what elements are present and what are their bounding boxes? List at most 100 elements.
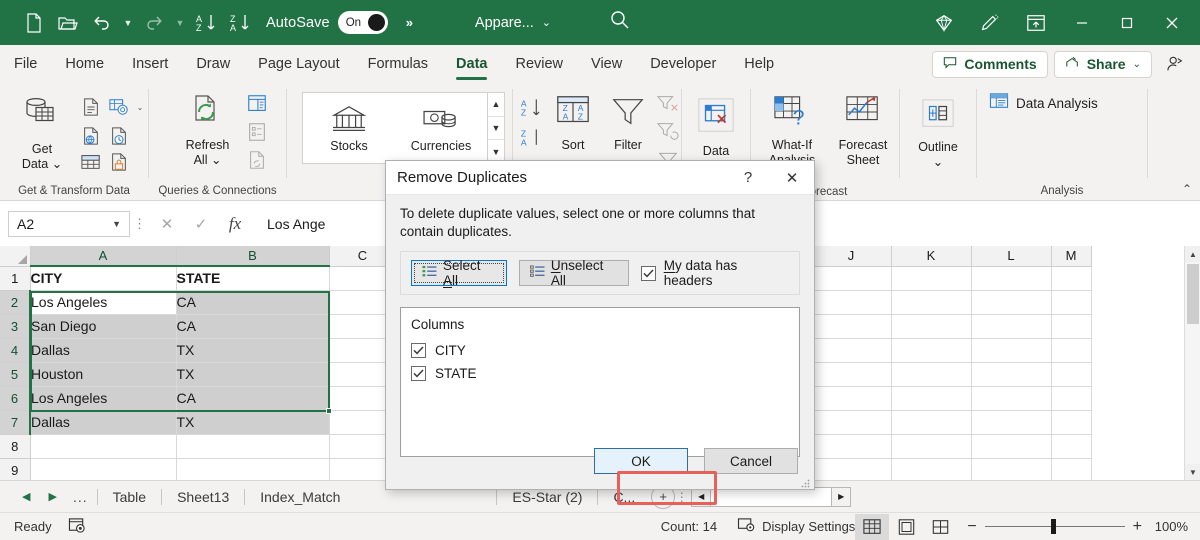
sheet-tab-table[interactable]: Table <box>107 489 152 505</box>
row-header-8[interactable]: 8 <box>0 434 31 459</box>
sort-a-to-z-icon[interactable]: AZ <box>520 96 544 120</box>
cell-a2[interactable]: Los Angeles <box>30 290 177 315</box>
tab-formulas[interactable]: Formulas <box>354 45 442 83</box>
diamond-icon[interactable] <box>921 0 967 45</box>
cell-b5[interactable]: TX <box>176 362 330 387</box>
share-caret-icon[interactable]: ⌄ <box>1133 59 1141 70</box>
cell-b4[interactable]: TX <box>176 338 330 363</box>
cell-a6[interactable]: Los Angeles <box>30 386 177 411</box>
cell-a3[interactable]: San Diego <box>30 314 177 339</box>
row-header-7[interactable]: 7 <box>0 410 31 435</box>
cell-j1[interactable] <box>811 266 892 291</box>
my-data-has-headers-row[interactable]: My data has headers <box>641 258 785 288</box>
get-data-button[interactable]: Get Data ⌄ <box>11 90 73 175</box>
cell-m6[interactable] <box>1051 386 1092 411</box>
maximize-button[interactable] <box>1104 0 1149 45</box>
tab-developer[interactable]: Developer <box>636 45 730 83</box>
dialog-resize-grip[interactable] <box>800 475 810 488</box>
scroll-up-icon[interactable]: ▲ <box>1185 246 1200 262</box>
cell-a5[interactable]: Houston <box>30 362 177 387</box>
redo-icon[interactable] <box>138 8 170 38</box>
zoom-track[interactable] <box>984 519 1125 534</box>
stocks-button[interactable]: Stocks <box>303 93 395 163</box>
data-analysis-button[interactable]: Data Analysis <box>989 92 1098 115</box>
filter-button[interactable]: Filter <box>602 90 654 156</box>
from-picture-icon[interactable] <box>107 95 131 119</box>
cell-j4[interactable] <box>811 338 892 363</box>
cell-k9[interactable] <box>891 458 972 480</box>
page-break-view-icon[interactable] <box>923 514 957 540</box>
sheet-next-icon[interactable]: ▶ <box>48 490 56 503</box>
tab-home[interactable]: Home <box>51 45 118 83</box>
list-item[interactable]: CITY <box>411 339 789 362</box>
dialog-close-button[interactable]: ✕ <box>770 161 814 195</box>
column-state-checkbox[interactable] <box>411 366 426 381</box>
cell-j6[interactable] <box>811 386 892 411</box>
cell-l1[interactable] <box>971 266 1052 291</box>
row-header-5[interactable]: 5 <box>0 362 31 387</box>
row-header-4[interactable]: 4 <box>0 338 31 363</box>
zoom-in-button[interactable]: + <box>1133 518 1142 536</box>
accessibility-checker-icon[interactable] <box>68 517 87 537</box>
cell-l4[interactable] <box>971 338 1052 363</box>
sort-descending-icon[interactable]: ZA <box>224 8 256 38</box>
tab-help[interactable]: Help <box>730 45 788 83</box>
search-icon[interactable] <box>609 9 631 36</box>
tab-split-handle[interactable]: ⋮ <box>675 490 689 504</box>
zoom-level-label[interactable]: 100% <box>1142 519 1188 534</box>
cell-a8[interactable] <box>30 434 177 459</box>
reapply-filter-icon[interactable] <box>656 119 680 143</box>
new-file-icon[interactable] <box>18 8 50 38</box>
cell-l5[interactable] <box>971 362 1052 387</box>
cell-m2[interactable] <box>1051 290 1092 315</box>
dialog-help-button[interactable]: ? <box>726 161 770 195</box>
sheet-tab-c-truncated[interactable]: C... <box>607 489 641 505</box>
sort-ascending-icon[interactable]: AZ <box>190 8 222 38</box>
close-button[interactable] <box>1149 0 1194 45</box>
my-data-has-headers-checkbox[interactable] <box>641 265 656 281</box>
cell-j8[interactable] <box>811 434 892 459</box>
normal-view-icon[interactable] <box>855 513 890 540</box>
refresh-all-button[interactable]: Refresh All ⌄ <box>175 90 241 171</box>
column-header-b[interactable]: B <box>176 246 330 267</box>
row-header-6[interactable]: 6 <box>0 386 31 411</box>
confirm-entry-icon[interactable]: ✓ <box>184 211 218 237</box>
sheet-tab-es-star-2[interactable]: ES-Star (2) <box>506 489 588 505</box>
name-box[interactable]: A2 ▼ <box>8 211 130 237</box>
cell-a4[interactable]: Dallas <box>30 338 177 363</box>
zoom-out-button[interactable]: − <box>967 518 976 536</box>
row-header-1[interactable]: 1 <box>0 266 31 291</box>
cell-k7[interactable] <box>891 410 972 435</box>
cell-k3[interactable] <box>891 314 972 339</box>
cell-l9[interactable] <box>971 458 1052 480</box>
sort-z-to-a-icon[interactable]: ZA <box>520 126 544 150</box>
gallery-scroll-down-icon[interactable]: ▼ <box>488 117 504 141</box>
zoom-thumb[interactable] <box>1050 519 1056 534</box>
cell-k6[interactable] <box>891 386 972 411</box>
from-table-range-icon[interactable] <box>79 150 103 174</box>
column-header-m[interactable]: M <box>1051 246 1092 267</box>
row-header-3[interactable]: 3 <box>0 314 31 339</box>
tab-data[interactable]: Data <box>442 45 501 83</box>
cell-m3[interactable] <box>1051 314 1092 339</box>
sheet-prev-icon[interactable]: ◀ <box>22 490 30 503</box>
select-all-corner[interactable] <box>0 246 31 267</box>
recent-sources-icon[interactable] <box>107 124 131 148</box>
cell-k1[interactable] <box>891 266 972 291</box>
vertical-scroll-thumb[interactable] <box>1187 264 1199 324</box>
tab-file[interactable]: File <box>0 45 51 83</box>
cell-l8[interactable] <box>971 434 1052 459</box>
tab-insert[interactable]: Insert <box>118 45 182 83</box>
cell-a9[interactable] <box>30 458 177 480</box>
vertical-scrollbar[interactable]: ▲ ▼ <box>1184 246 1200 480</box>
cell-j2[interactable] <box>811 290 892 315</box>
autosave-toggle[interactable]: On <box>337 11 388 34</box>
outline-button[interactable]: Outline ⌄ <box>912 90 964 173</box>
tab-review[interactable]: Review <box>501 45 577 83</box>
cell-j5[interactable] <box>811 362 892 387</box>
currencies-button[interactable]: Currencies <box>395 93 487 163</box>
column-header-j[interactable]: J <box>811 246 892 267</box>
scroll-down-icon[interactable]: ▼ <box>1185 464 1200 480</box>
tab-draw[interactable]: Draw <box>182 45 244 83</box>
ribbon-collapse-icon[interactable]: ⌃ <box>1182 182 1192 196</box>
